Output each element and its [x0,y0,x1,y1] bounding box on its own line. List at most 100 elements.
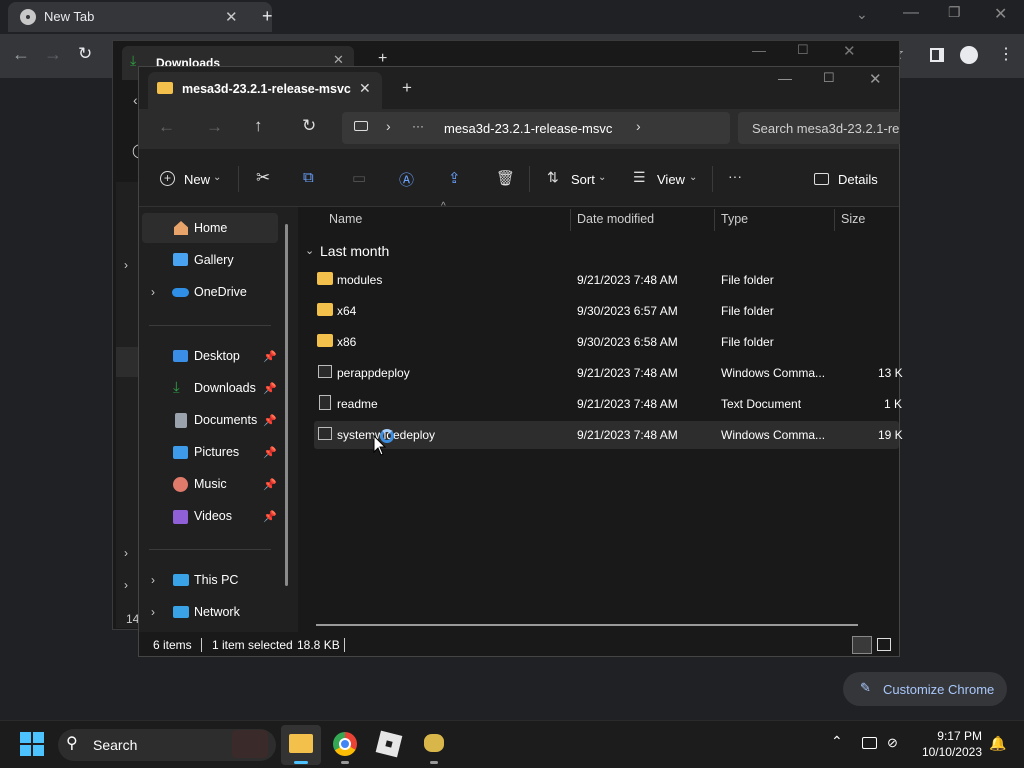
column-header-type[interactable]: Type [721,212,748,226]
maximize-icon[interactable]: ☐ [823,70,835,86]
view-button[interactable]: View [657,172,685,187]
address-ellipsis[interactable]: ··· [412,119,424,133]
details-view-icon[interactable] [852,636,872,654]
column-divider[interactable] [834,209,835,231]
column-header-date[interactable]: Date modified [577,212,654,226]
refresh-icon[interactable]: ↻ [302,116,316,136]
up-icon[interactable]: ↑ [254,116,263,136]
sidebar-scrollbar[interactable] [285,224,288,586]
sidebar-item-desktop[interactable]: Desktop [194,349,240,363]
sidebar-item-downloads[interactable]: Downloads [194,381,256,395]
close-tab-icon[interactable]: ✕ [225,8,238,26]
forward-icon[interactable]: → [44,44,62,65]
chrome-icon [20,9,36,25]
sidebar-item-music[interactable]: Music [194,477,227,491]
chevron-right-icon[interactable]: › [124,578,128,592]
back-icon[interactable]: ← [12,44,30,65]
chevron-down-icon[interactable]: ⌄ [856,6,868,23]
file-type: File folder [721,335,774,349]
sidebar-item-network[interactable]: Network [194,605,240,619]
paste-icon[interactable]: ▭ [352,169,366,187]
column-header-size[interactable]: Size [841,212,865,226]
new-tab-icon[interactable]: + [402,78,412,98]
delete-icon[interactable]: 🗑 [496,169,515,187]
chevron-right-icon[interactable]: › [124,258,128,272]
forward-icon[interactable]: → [206,117,223,137]
chevron-right-icon[interactable]: › [151,573,155,587]
new-button[interactable]: New [184,172,210,187]
pictures-icon [173,446,188,459]
sidebar-item-gallery[interactable]: Gallery [194,253,234,267]
chrome-icon[interactable] [333,732,357,756]
column-divider[interactable] [570,209,571,231]
sidebar-item-onedrive[interactable]: OneDrive [194,285,247,299]
file-type: Text Document [721,397,802,411]
clock-date[interactable]: 10/10/2023 [918,745,982,759]
view-icon: ☰ [633,169,646,185]
sidebar-item-documents[interactable]: Documents [194,413,257,427]
column-divider[interactable] [714,209,715,231]
file-type: Windows Comma... [721,428,826,442]
app-icon[interactable] [424,734,444,752]
chevron-right-icon[interactable]: › [636,118,641,134]
volume-muted-icon[interactable]: ⊘ [887,735,898,751]
close-window-icon[interactable]: ✕ [869,70,882,88]
sidebar-item-pictures[interactable]: Pictures [194,445,239,459]
chevron-right-icon[interactable]: › [124,546,128,560]
command-bar [139,149,899,207]
details-button[interactable]: Details [838,172,878,187]
copy-icon[interactable]: ⧉ [303,169,314,186]
sidebar-item-videos[interactable]: Videos [194,509,232,523]
chevron-down-icon[interactable]: ⌄ [305,244,314,257]
profile-icon[interactable] [960,46,978,64]
close-window-icon[interactable]: ✕ [994,4,1007,24]
file-type: Windows Comma... [721,366,826,380]
share-icon[interactable]: ⇪ [448,169,461,187]
sort-button[interactable]: Sort [571,172,595,187]
chevron-right-icon[interactable]: › [386,118,391,134]
minimize-icon[interactable]: — [778,70,792,86]
folder-icon [289,734,313,753]
reload-icon[interactable]: ↻ [78,44,92,64]
more-options-button[interactable]: ··· [728,168,742,184]
file-name: perappdeploy [337,366,410,380]
notification-bell-icon[interactable]: 🔔 [989,735,1006,752]
search-highlight-icon [232,730,268,758]
pin-icon[interactable]: 📌 [263,414,277,427]
menu-dots-icon[interactable]: ⋮ [998,44,1014,64]
pencil-icon: ✎ [860,680,871,695]
details-pane-icon [814,173,829,185]
pin-icon[interactable]: 📌 [263,478,277,491]
file-size: 1 K [884,397,903,411]
chevron-up-icon[interactable]: ⌃ [831,733,843,750]
network-icon[interactable] [862,737,877,749]
tiles-view-icon[interactable] [877,638,891,651]
rename-icon[interactable]: Ⓐ [399,169,414,190]
horizontal-scrollbar[interactable] [316,624,858,626]
close-window-icon[interactable]: ✕ [843,42,856,60]
sidebar-item-this-pc[interactable]: This PC [194,573,238,587]
chevron-right-icon[interactable]: › [151,605,155,619]
address-path[interactable]: mesa3d-23.2.1-release-msvc [444,121,612,136]
pc-icon [173,574,189,586]
column-header-name[interactable]: Name [329,212,362,226]
new-tab-icon[interactable]: + [262,6,273,27]
restore-icon[interactable]: ❐ [948,4,961,21]
pin-icon[interactable]: 📌 [263,350,277,363]
clock-time[interactable]: 9:17 PM [918,729,982,743]
windows-start-icon[interactable] [20,732,44,756]
back-icon[interactable]: ‹ [133,92,138,108]
divider [529,166,530,192]
back-icon[interactable]: ← [158,117,175,137]
pin-icon[interactable]: 📌 [263,446,277,459]
close-tab-icon[interactable]: ✕ [359,80,371,97]
maximize-icon[interactable]: ☐ [797,42,809,58]
side-panel-icon[interactable] [930,48,944,62]
group-header[interactable]: Last month [320,243,389,259]
minimize-icon[interactable]: — [903,4,919,22]
cut-icon[interactable]: ✂ [256,168,270,188]
minimize-icon[interactable]: — [752,42,766,58]
chevron-right-icon[interactable]: › [151,285,155,299]
pin-icon[interactable]: 📌 [263,382,277,395]
pin-icon[interactable]: 📌 [263,510,277,523]
